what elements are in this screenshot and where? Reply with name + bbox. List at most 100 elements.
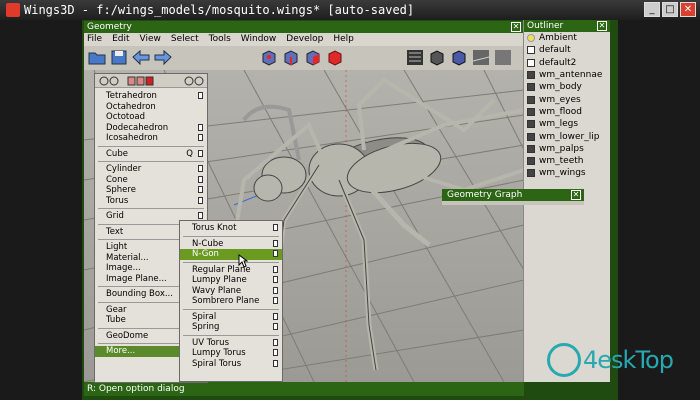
menu-separator [183, 308, 279, 310]
outliner-item-wm-body[interactable]: wm_body [524, 81, 610, 93]
watermark-circle-icon [547, 343, 581, 377]
menu-item-label: Gear [106, 304, 127, 315]
menu-view[interactable]: View [137, 33, 168, 46]
smooth-preview-icon[interactable] [428, 49, 446, 66]
menu-item-dodecahedron[interactable]: Dodecahedron [95, 123, 207, 134]
option-box-icon[interactable] [198, 186, 203, 193]
option-box-icon[interactable] [198, 149, 203, 157]
option-box-icon[interactable] [273, 297, 278, 304]
window-titlebar[interactable]: Wings3D - f:/wings_models/mosquito.wings… [0, 0, 700, 20]
more-submenu: Torus Knot N-Cube N-Gon Regular Plane Lumpy … [179, 220, 283, 382]
outliner-close-icon[interactable]: ✕ [597, 21, 607, 31]
open-folder-icon[interactable] [88, 49, 106, 66]
option-box-icon[interactable] [198, 196, 203, 204]
option-box-icon[interactable] [273, 338, 278, 346]
edge-mode-icon[interactable] [109, 76, 119, 86]
perspective-icon[interactable] [450, 49, 468, 66]
menu-item-sphere[interactable]: Sphere [95, 185, 207, 196]
option-box-icon[interactable] [198, 123, 203, 131]
body-select-icon[interactable] [326, 49, 344, 66]
wireframe-toggle-icon[interactable] [406, 49, 424, 66]
menu-item-cone[interactable]: Cone [95, 175, 207, 186]
outliner-item-wm-wings[interactable]: wm_wings [524, 167, 610, 179]
option-box-icon[interactable] [273, 359, 278, 367]
outliner-item-wm-teeth[interactable]: wm_teeth [524, 155, 610, 167]
option-box-icon[interactable] [198, 165, 203, 172]
option-box-icon[interactable] [273, 276, 278, 283]
option-box-icon[interactable] [273, 323, 278, 330]
outliner-item-default[interactable]: default [524, 44, 610, 56]
menu-item-uv-torus[interactable]: UV Torus [180, 338, 282, 349]
menu-item-n-cube[interactable]: N-Cube [180, 239, 282, 250]
outliner-item-wm-eyes[interactable]: wm_eyes [524, 93, 610, 105]
face-mode-icon[interactable] [127, 76, 136, 86]
menu-item-spiral-torus[interactable]: Spiral Torus [180, 359, 282, 370]
vertex-select-icon[interactable] [260, 49, 278, 66]
menu-item-cylinder[interactable]: Cylinder [95, 164, 207, 175]
menu-develop[interactable]: Develop [283, 33, 330, 46]
outliner-item-label: wm_palps [539, 143, 584, 154]
menu-item-octotoad[interactable]: Octotoad [95, 112, 207, 123]
option-box-icon[interactable] [198, 92, 203, 99]
object-mode-icon[interactable] [145, 76, 154, 86]
menu-item-tetrahedron[interactable]: Tetrahedron [95, 91, 207, 102]
axes-toggle-icon[interactable] [494, 49, 512, 66]
option-box-icon[interactable] [273, 250, 278, 257]
menu-item-lumpy-torus[interactable]: Lumpy Torus [180, 348, 282, 359]
option-box-icon[interactable] [273, 349, 278, 356]
menu-item-spiral[interactable]: Spiral [180, 312, 282, 323]
close-button[interactable]: ✕ [680, 2, 696, 17]
menu-item-n-gon[interactable]: N-Gon [180, 249, 282, 260]
option-box-icon[interactable] [273, 312, 278, 320]
menu-item-torus-knot[interactable]: Torus Knot [180, 223, 282, 234]
geometry-window-header[interactable]: Geometry ✕ [84, 21, 524, 33]
outliner-item-wm-antennae[interactable]: wm_antennae [524, 69, 610, 81]
minimize-button[interactable]: _ [644, 2, 660, 17]
menu-item-icosahedron[interactable]: Icosahedron [95, 133, 207, 144]
outliner-item-wm-lower-lip[interactable]: wm_lower_lip [524, 130, 610, 142]
menu-item-torus[interactable]: Torus [95, 196, 207, 207]
edge-select-icon[interactable] [282, 49, 300, 66]
menu-item-octahedron[interactable]: Octahedron [95, 102, 207, 113]
menu-window[interactable]: Window [238, 33, 284, 46]
vertex-mode-icon[interactable] [99, 76, 109, 86]
menu-file[interactable]: File [84, 33, 109, 46]
undo-arrow-icon[interactable] [132, 49, 150, 66]
menu-item-sombrero-plane[interactable]: Sombrero Plane [180, 296, 282, 307]
menu-tools[interactable]: Tools [206, 33, 238, 46]
menu-edit[interactable]: Edit [109, 33, 136, 46]
menu-item-cube[interactable]: Cube Q [95, 149, 207, 160]
option-box-icon[interactable] [198, 212, 203, 219]
option-box-icon[interactable] [273, 286, 278, 294]
help-icon[interactable] [194, 76, 204, 86]
geometry-graph-close-icon[interactable]: ✕ [571, 190, 581, 200]
menu-select[interactable]: Select [168, 33, 206, 46]
redo-arrow-icon[interactable] [154, 49, 172, 66]
save-icon[interactable] [110, 49, 128, 66]
outliner-header[interactable]: Outliner ✕ [524, 20, 610, 32]
menu-item-regular-plane[interactable]: Regular Plane [180, 265, 282, 276]
outliner-item-wm-palps[interactable]: wm_palps [524, 143, 610, 155]
option-box-icon[interactable] [273, 239, 278, 247]
outliner-item-label: wm_flood [539, 106, 583, 117]
menu-item-label: Octahedron [106, 101, 156, 112]
body-mode-icon[interactable] [136, 76, 145, 86]
option-box-icon[interactable] [273, 265, 278, 273]
option-box-icon[interactable] [198, 134, 203, 141]
groundplane-icon[interactable] [472, 49, 490, 66]
face-select-icon[interactable] [304, 49, 322, 66]
outliner-item-ambient[interactable]: Ambient [524, 32, 610, 44]
menu-item-wavy-plane[interactable]: Wavy Plane [180, 286, 282, 297]
geometry-graph-header[interactable]: Geometry Graph ✕ [442, 189, 584, 201]
geometry-close-icon[interactable]: ✕ [511, 22, 521, 32]
option-box-icon[interactable] [198, 175, 203, 183]
hide-icon[interactable] [184, 76, 194, 86]
outliner-item-wm-legs[interactable]: wm_legs [524, 118, 610, 130]
outliner-item-wm-flood[interactable]: wm_flood [524, 106, 610, 118]
menu-help[interactable]: Help [330, 33, 361, 46]
maximize-button[interactable]: □ [662, 2, 678, 17]
menu-item-lumpy-plane[interactable]: Lumpy Plane [180, 275, 282, 286]
outliner-item-default2[interactable]: default2 [524, 57, 610, 69]
option-box-icon[interactable] [273, 224, 278, 231]
menu-item-spring[interactable]: Spring [180, 322, 282, 333]
